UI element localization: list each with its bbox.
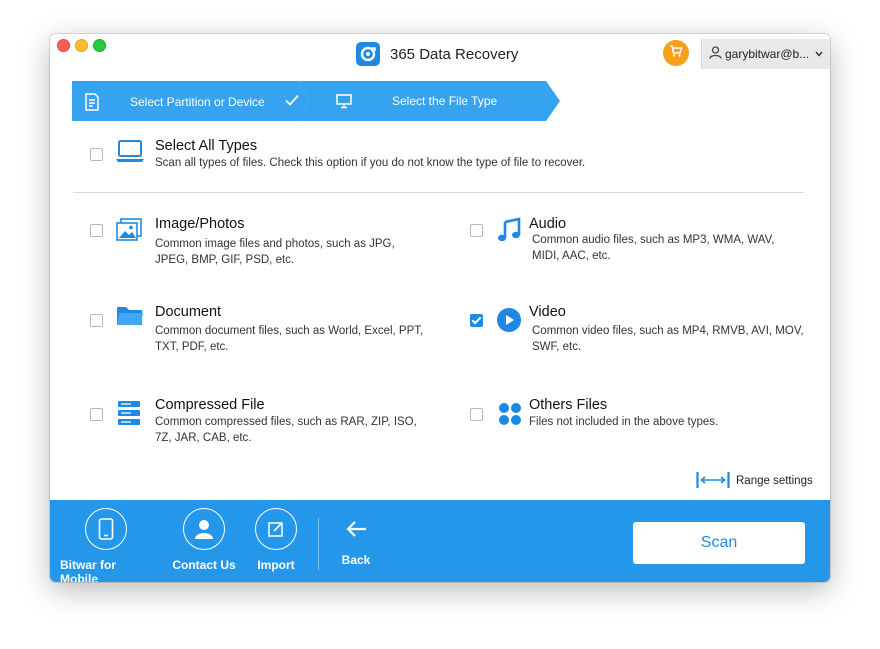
- arrow-left-icon: [345, 520, 367, 541]
- window-close-button[interactable]: [57, 39, 70, 52]
- step-label: Select Partition or Device: [130, 95, 265, 109]
- video-description: Common video files, such as MP4, RMVB, A…: [532, 325, 804, 337]
- phone-icon: [85, 508, 127, 550]
- title-bar: 365 Data Recovery garybitwar@b...: [50, 34, 830, 72]
- select-all-description: Scan all types of files. Check this opti…: [155, 157, 586, 169]
- music-note-icon: [496, 217, 522, 248]
- others-description: Files not included in the above types.: [529, 416, 719, 428]
- compressed-checkbox[interactable]: [90, 408, 103, 421]
- image-title: Image/Photos: [155, 216, 245, 232]
- grid-dots-icon: [498, 402, 522, 431]
- compressed-description-2: 7Z, JAR, CAB, etc.: [155, 432, 252, 444]
- video-checkbox[interactable]: [470, 314, 483, 327]
- footer-separator: [318, 518, 319, 570]
- window-minimize-button[interactable]: [75, 39, 88, 52]
- step-label: Select the File Type: [392, 94, 498, 108]
- range-settings-label: Range settings: [736, 475, 813, 487]
- document-description: Common document files, such as World, Ex…: [155, 325, 424, 337]
- compressed-description: Common compressed files, such as RAR, ZI…: [155, 416, 417, 428]
- recovery-logo-icon: [356, 42, 380, 66]
- folder-icon: [116, 305, 144, 332]
- contact-us-label: Contact Us: [172, 558, 236, 572]
- video-description-2: SWF, etc.: [532, 341, 582, 353]
- laptop-icon: [115, 139, 145, 170]
- back-label: Back: [341, 553, 371, 567]
- document-title: Document: [155, 304, 222, 320]
- archive-stack-icon: [117, 400, 141, 431]
- import-label: Import: [257, 558, 295, 572]
- audio-title: Audio: [529, 216, 567, 232]
- image-checkbox[interactable]: [90, 224, 103, 237]
- step-select-file-type[interactable]: Select the File Type: [298, 81, 560, 121]
- image-icon: [116, 218, 142, 247]
- import-button[interactable]: Import: [250, 508, 302, 572]
- image-description: Common image files and photos, such as J…: [155, 238, 395, 250]
- document-description-2: TXT, PDF, etc.: [155, 341, 229, 353]
- cart-icon: [669, 44, 683, 63]
- select-all-checkbox[interactable]: [90, 148, 103, 161]
- others-checkbox[interactable]: [470, 408, 483, 421]
- play-icon: [496, 307, 522, 338]
- step-select-partition[interactable]: Select Partition or Device: [72, 81, 310, 121]
- compressed-title: Compressed File: [155, 397, 265, 413]
- user-account-menu[interactable]: garybitwar@b...: [701, 39, 830, 69]
- check-icon: [284, 92, 300, 111]
- divider: [73, 192, 804, 193]
- user-icon: [709, 46, 722, 62]
- audio-description: Common audio files, such as MP3, WMA, WA…: [532, 234, 775, 246]
- audio-checkbox[interactable]: [470, 224, 483, 237]
- contact-us-button[interactable]: Contact Us: [170, 508, 238, 572]
- window-maximize-button[interactable]: [93, 39, 106, 52]
- range-settings-button[interactable]: Range settings: [696, 471, 813, 491]
- cart-button[interactable]: [663, 40, 689, 66]
- others-title: Others Files: [529, 397, 608, 413]
- person-icon: [183, 508, 225, 550]
- document-checkbox[interactable]: [90, 314, 103, 327]
- edit-icon: [255, 508, 297, 550]
- footer-bar: Bitwar for Mobile Contact Us Import Back…: [50, 500, 830, 582]
- scan-button[interactable]: Scan: [633, 522, 805, 564]
- audio-description-2: MIDI, AAC, etc.: [532, 250, 611, 262]
- app-title: 365 Data Recovery: [356, 42, 518, 66]
- bitwar-mobile-label: Bitwar for Mobile: [60, 558, 117, 582]
- video-title: Video: [529, 304, 566, 320]
- range-arrows-icon: [696, 471, 730, 492]
- image-description-2: JPEG, BMP, GIF, PSD, etc.: [155, 254, 295, 266]
- back-button[interactable]: Back: [333, 520, 379, 567]
- app-title-text: 365 Data Recovery: [390, 45, 519, 63]
- select-all-title: Select All Types: [155, 138, 258, 154]
- wizard-steps: Select Partition or Device Select the Fi…: [72, 81, 572, 121]
- chevron-down-icon: [815, 49, 823, 60]
- monitor-icon: [336, 93, 352, 112]
- scan-label: Scan: [700, 534, 738, 551]
- document-icon: [84, 93, 100, 114]
- user-email: garybitwar@b...: [725, 47, 810, 61]
- app-window: 365 Data Recovery garybitwar@b... Select…: [50, 34, 830, 582]
- bitwar-mobile-button[interactable]: Bitwar for Mobile: [60, 508, 152, 582]
